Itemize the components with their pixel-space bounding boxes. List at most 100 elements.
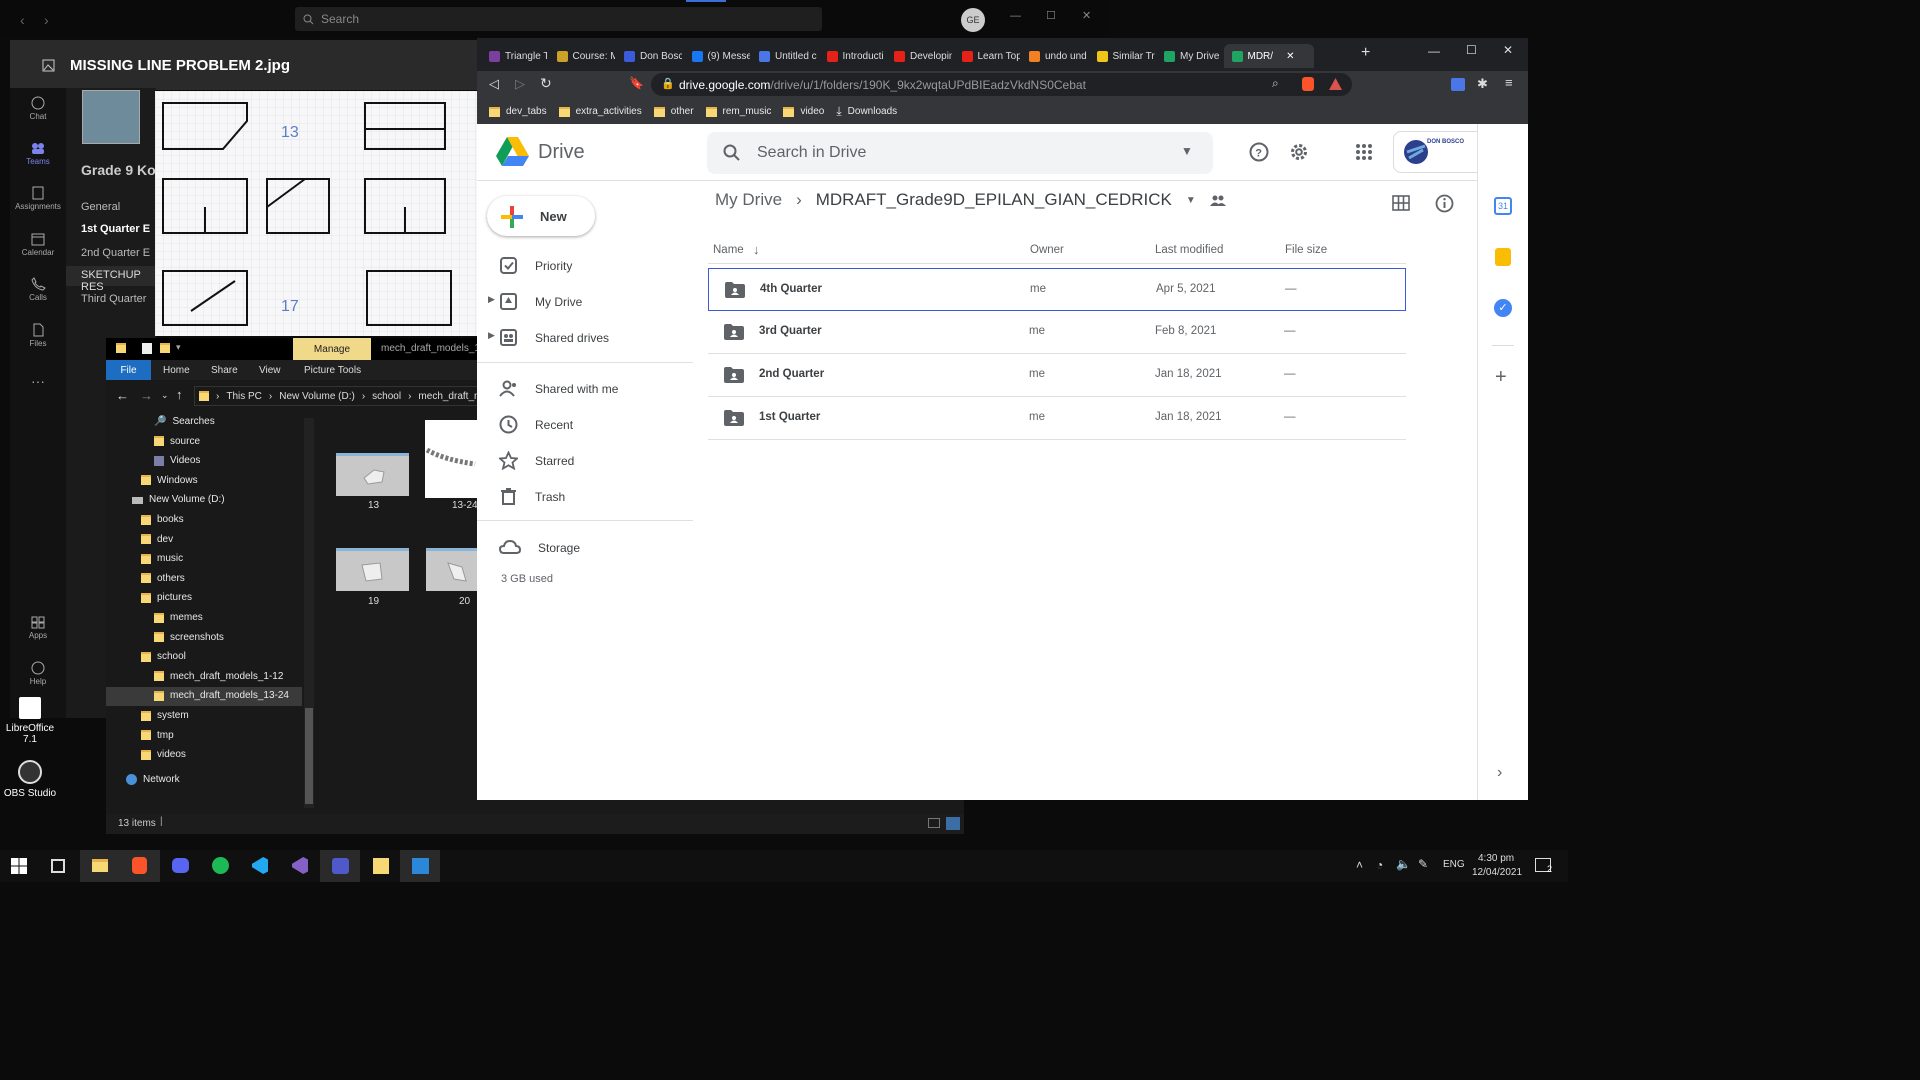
spotify-icon[interactable]	[212, 857, 229, 874]
tasks-icon[interactable]: ✓	[1494, 299, 1512, 317]
add-addon-icon[interactable]: +	[1495, 366, 1507, 389]
tab-file[interactable]: File	[106, 360, 151, 380]
browser-tab[interactable]: Don Bosc	[616, 44, 682, 68]
help-icon[interactable]: ?	[1249, 142, 1269, 162]
breadcrumb-current-folder[interactable]: MDRAFT_Grade9D_EPILAN_GIAN_CEDRICK	[816, 190, 1172, 210]
photos-icon[interactable]	[412, 858, 429, 874]
sticky-notes-icon[interactable]	[373, 858, 389, 874]
info-icon[interactable]	[1435, 194, 1454, 213]
tree-item[interactable]: tmp	[141, 730, 174, 741]
ribbon-manage-tab[interactable]: Manage	[293, 338, 371, 360]
address-bar[interactable]: 🔒 drive.google.com/drive/u/1/folders/190…	[651, 73, 1352, 96]
channel-sketchup[interactable]: SKETCHUP RES	[81, 269, 156, 293]
nav-storage[interactable]: Storage	[499, 538, 580, 557]
visual-studio-icon[interactable]	[292, 857, 308, 874]
grid-view-icon[interactable]	[1392, 195, 1410, 211]
browser-tab[interactable]: My Drive	[1156, 44, 1222, 68]
up-arrow-icon[interactable]: ↑	[176, 387, 183, 402]
nav-shared-with-me[interactable]: Shared with me	[499, 379, 618, 398]
more-apps-icon[interactable]: ···	[10, 373, 66, 389]
nav-trash[interactable]: Trash	[499, 487, 565, 506]
rail-help[interactable]: Help	[10, 661, 66, 686]
speaker-icon[interactable]: 🔈	[1396, 857, 1411, 871]
tree-item[interactable]: New Volume (D:)	[132, 494, 225, 505]
language-indicator[interactable]: ENG	[1443, 859, 1465, 870]
expand-panel-icon[interactable]: ›	[1497, 764, 1502, 782]
bookmark-item[interactable]: dev_tabs	[489, 106, 547, 117]
large-icons-view-icon[interactable]	[946, 817, 960, 830]
column-last-modified[interactable]: Last modified	[1155, 244, 1223, 256]
column-owner[interactable]: Owner	[1030, 244, 1064, 256]
file-row[interactable]: 3rd Quarter me Feb 8, 2021 —	[708, 311, 1406, 354]
column-file-size[interactable]: File size	[1285, 244, 1327, 256]
rail-apps[interactable]: Apps	[10, 615, 66, 640]
channel-2nd-quarter[interactable]: 2nd Quarter E	[81, 247, 150, 259]
tree-item[interactable]: music	[141, 553, 183, 564]
folder-menu-arrow-icon[interactable]: ▼	[1186, 195, 1196, 206]
shared-people-icon[interactable]	[1209, 194, 1226, 206]
breadcrumb-item[interactable]: This PC	[226, 391, 262, 402]
file-row[interactable]: 4th Quarter me Apr 5, 2021 —	[708, 268, 1406, 311]
brave-browser-icon[interactable]	[132, 857, 147, 874]
pen-icon[interactable]: ✎	[1418, 857, 1428, 871]
tree-item[interactable]: mech_draft_models_13-24	[154, 690, 289, 701]
browser-tab[interactable]: MDR/ ✕	[1223, 44, 1314, 68]
browser-tab[interactable]: Introducti	[819, 44, 885, 68]
bookmark-item[interactable]: other	[653, 106, 694, 117]
translate-icon[interactable]	[1451, 78, 1465, 91]
tree-item[interactable]: Network	[126, 774, 180, 785]
rail-assignments[interactable]: Assignments	[10, 186, 66, 211]
tree-item[interactable]: dev	[141, 534, 173, 545]
browser-tab[interactable]: Triangle T	[481, 44, 547, 68]
tree-item[interactable]: books	[141, 514, 184, 525]
back-arrow-icon[interactable]: ‹	[20, 12, 25, 28]
browser-tab[interactable]: Untitled c	[751, 44, 817, 68]
clock-date[interactable]: 12/04/2021	[1472, 867, 1522, 878]
windows-start-icon[interactable]	[11, 858, 27, 874]
column-name[interactable]: Name	[713, 244, 744, 256]
new-button[interactable]: New	[487, 196, 595, 236]
details-view-icon[interactable]	[928, 818, 940, 828]
keep-icon[interactable]	[1495, 248, 1511, 266]
browser-tab[interactable]: Similar Tr	[1089, 44, 1155, 68]
browser-tab[interactable]: (9) Messe	[684, 44, 750, 68]
clock-time[interactable]: 4:30 pm	[1478, 853, 1514, 864]
teams-icon[interactable]	[332, 858, 349, 874]
file-row[interactable]: 1st Quarter me Jan 18, 2021 —	[708, 397, 1406, 440]
chevron-down-icon[interactable]: ▾	[176, 342, 181, 353]
browser-tab[interactable]: undo und	[1021, 44, 1087, 68]
minimize-button[interactable]: —	[1428, 44, 1440, 58]
new-folder-icon[interactable]	[160, 343, 170, 353]
file-explorer-icon[interactable]	[92, 859, 108, 872]
nav-recent[interactable]: Recent	[499, 415, 573, 434]
zoom-icon[interactable]: ⌕	[1272, 76, 1279, 91]
tree-item[interactable]: Windows	[141, 475, 198, 486]
new-tab-button[interactable]: +	[1361, 44, 1370, 62]
breadcrumb-item[interactable]: New Volume (D:)	[279, 391, 355, 402]
tree-item[interactable]: memes	[154, 612, 203, 623]
browser-tab[interactable]: Learn Top	[954, 44, 1020, 68]
nav-priority[interactable]: Priority	[499, 256, 572, 275]
tree-item[interactable]: others	[141, 573, 185, 584]
thumbnail-20[interactable]	[426, 548, 478, 591]
close-button[interactable]: ✕	[1082, 9, 1091, 22]
expand-arrow-icon[interactable]: ▶	[488, 330, 495, 341]
menu-icon[interactable]: ≡	[1505, 75, 1513, 90]
minimize-button[interactable]: —	[1010, 10, 1021, 22]
rail-calendar[interactable]: Calendar	[10, 232, 66, 257]
bookmark-item[interactable]: extra_activities	[558, 106, 642, 117]
search-options-icon[interactable]: ▼	[1181, 144, 1193, 158]
tree-item[interactable]: school	[141, 651, 186, 662]
browser-tab[interactable]: Developin	[886, 44, 952, 68]
properties-icon[interactable]	[142, 343, 152, 354]
chevron-up-icon[interactable]: ˄	[1356, 858, 1363, 872]
back-icon[interactable]: ◁	[489, 76, 499, 92]
settings-gear-icon[interactable]	[1289, 142, 1309, 162]
browser-tab[interactable]: Course: M	[549, 44, 615, 68]
expand-arrow-icon[interactable]: ▶	[488, 294, 495, 305]
tree-item[interactable]: videos	[141, 749, 186, 760]
reload-icon[interactable]: ↻	[540, 75, 552, 92]
bookmark-item[interactable]: ⤓ Downloads	[836, 104, 897, 119]
back-arrow-icon[interactable]: ←	[116, 388, 129, 403]
channel-1st-quarter[interactable]: 1st Quarter E	[81, 223, 150, 235]
